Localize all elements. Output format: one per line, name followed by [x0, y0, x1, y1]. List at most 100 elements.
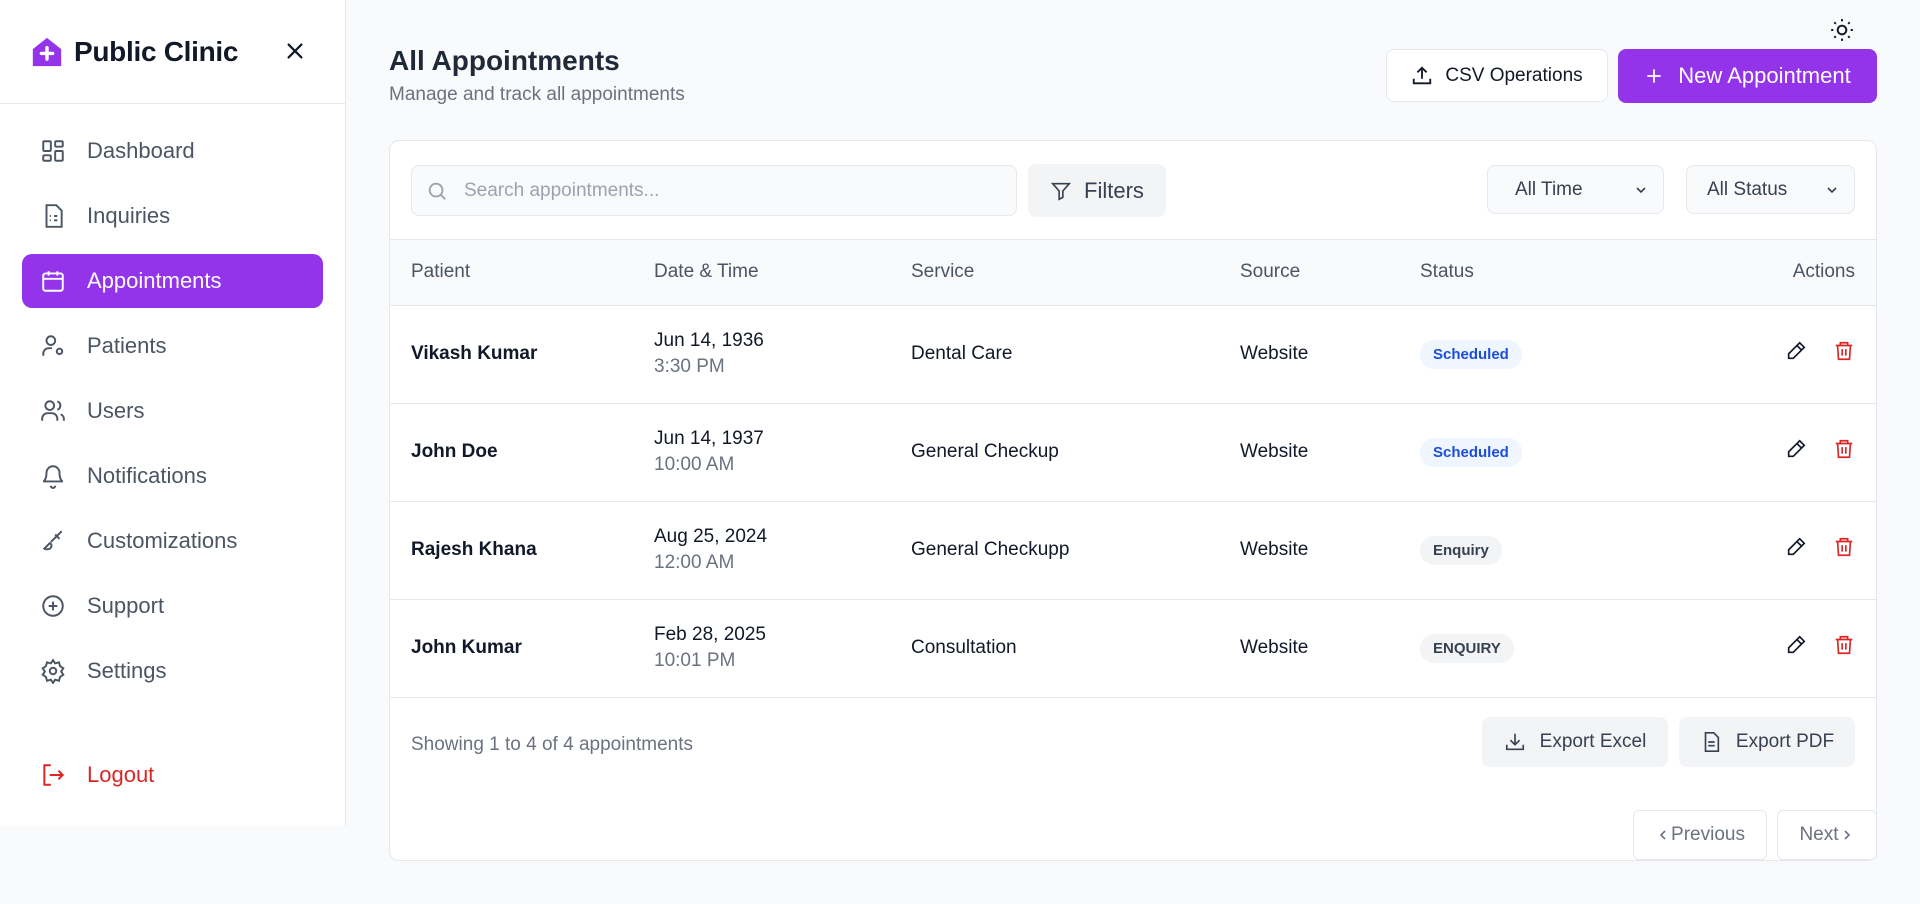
sidebar-item-patients[interactable]: Patients: [22, 319, 323, 373]
calendar-icon: [39, 267, 67, 295]
table-footer: Showing 1 to 4 of 4 appointments Export …: [390, 698, 1876, 788]
sidebar-item-label: Patients: [87, 333, 167, 358]
appointment-time: 12:00 AM: [654, 552, 735, 573]
sidebar-item-support[interactable]: Support: [22, 579, 323, 633]
date-time-cell: Aug 25, 2024 12:00 AM: [654, 501, 911, 599]
column-header-status[interactable]: Status: [1420, 240, 1680, 306]
status-cell: Scheduled: [1420, 403, 1680, 501]
new-appointment-button[interactable]: New Appointment: [1618, 49, 1877, 103]
status-cell: Enquiry: [1420, 501, 1680, 599]
edit-pencil-icon[interactable]: [1785, 536, 1807, 558]
next-label: Next: [1799, 824, 1839, 845]
service-cell: Consultation: [911, 637, 1017, 658]
download-icon: [1504, 731, 1526, 753]
previous-label: Previous: [1671, 824, 1745, 845]
logout-button[interactable]: Logout: [22, 748, 323, 802]
service-cell: General Checkupp: [911, 539, 1070, 560]
edit-pencil-icon[interactable]: [1785, 438, 1807, 460]
appointment-date: Jun 14, 1936: [654, 330, 764, 351]
sidebar-item-label: Notifications: [87, 463, 207, 488]
appointments-card: Filters All Time All Status Patient Date…: [389, 140, 1877, 861]
source-cell: Website: [1240, 343, 1309, 364]
search-box: [411, 165, 1017, 216]
close-sidebar-icon[interactable]: [280, 36, 310, 66]
delete-trash-icon[interactable]: [1833, 340, 1855, 362]
table-row[interactable]: Vikash Kumar Jun 14, 1936 3:30 PM Dental…: [390, 305, 1876, 403]
sidebar-item-settings[interactable]: Settings: [22, 644, 323, 698]
table-row[interactable]: John Doe Jun 14, 1937 10:00 AM General C…: [390, 403, 1876, 501]
file-text-icon: [1700, 731, 1722, 753]
table-header-row: Patient Date & Time Service Source Statu…: [390, 240, 1876, 306]
sidebar-nav: Dashboard Inquiries Appointments Patient…: [0, 104, 345, 802]
table-row[interactable]: Rajesh Khana Aug 25, 2024 12:00 AM Gener…: [390, 501, 1876, 599]
column-header-service[interactable]: Service: [911, 240, 1240, 306]
chevron-down-icon: [1824, 182, 1840, 198]
sidebar-item-label: Inquiries: [87, 203, 171, 228]
filter-icon: [1050, 180, 1072, 202]
appointment-time: 10:00 AM: [654, 454, 735, 475]
sidebar-item-label: Dashboard: [87, 138, 195, 163]
sidebar-item-customizations[interactable]: Customizations: [22, 514, 323, 568]
bell-icon: [39, 462, 67, 490]
column-header-date-time[interactable]: Date & Time: [654, 240, 911, 306]
source-cell: Website: [1240, 441, 1309, 462]
sidebar-item-label: Appointments: [87, 268, 222, 293]
csv-operations-button[interactable]: CSV Operations: [1386, 49, 1608, 102]
appointment-date: Feb 28, 2025: [654, 624, 766, 645]
status-cell: ENQUIRY: [1420, 599, 1680, 697]
column-header-patient[interactable]: Patient: [390, 240, 654, 306]
theme-toggle-sun-icon[interactable]: [1826, 14, 1858, 46]
logout-label: Logout: [87, 762, 155, 787]
appointments-table: Patient Date & Time Service Source Statu…: [390, 240, 1876, 698]
source-cell: Website: [1240, 637, 1309, 658]
status-filter-select[interactable]: All Status: [1686, 165, 1855, 214]
delete-trash-icon[interactable]: [1833, 438, 1855, 460]
next-page-button[interactable]: Next: [1777, 810, 1877, 860]
user-gear-icon: [39, 332, 67, 360]
search-input[interactable]: [464, 179, 984, 202]
sidebar-item-label: Users: [87, 398, 145, 423]
delete-trash-icon[interactable]: [1833, 634, 1855, 656]
sidebar-item-users[interactable]: Users: [22, 384, 323, 438]
export-pdf-label: Export PDF: [1735, 730, 1835, 752]
page-subtitle: Manage and track all appointments: [389, 84, 685, 105]
date-time-cell: Jun 14, 1936 3:30 PM: [654, 305, 911, 403]
export-pdf-button[interactable]: Export PDF: [1679, 716, 1855, 767]
status-badge: Scheduled: [1420, 339, 1522, 369]
edit-pencil-icon[interactable]: [1785, 340, 1807, 362]
status-badge: Scheduled: [1420, 437, 1522, 467]
table-row[interactable]: John Kumar Feb 28, 2025 10:01 PM Consult…: [390, 599, 1876, 697]
time-filter-select[interactable]: All Time: [1487, 165, 1664, 214]
csv-operations-label: CSV Operations: [1445, 64, 1583, 86]
time-filter-value: All Time: [1515, 178, 1583, 200]
sidebar-item-dashboard[interactable]: Dashboard: [22, 124, 323, 178]
column-header-actions: Actions: [1680, 240, 1876, 306]
sidebar-item-appointments[interactable]: Appointments: [22, 254, 323, 308]
service-cell: General Checkup: [911, 441, 1059, 462]
sidebar-item-notifications[interactable]: Notifications: [22, 449, 323, 503]
table-toolbar: Filters All Time All Status: [390, 141, 1876, 240]
edit-pencil-icon[interactable]: [1785, 634, 1807, 656]
status-badge: ENQUIRY: [1420, 633, 1514, 663]
dashboard-icon: [39, 137, 67, 165]
date-time-cell: Jun 14, 1937 10:00 AM: [654, 403, 911, 501]
patient-name: Vikash Kumar: [411, 343, 538, 364]
gear-icon: [39, 657, 67, 685]
appointment-time: 3:30 PM: [654, 356, 725, 377]
actions-cell: [1680, 501, 1876, 599]
plus-circle-icon: [39, 592, 67, 620]
status-cell: Scheduled: [1420, 305, 1680, 403]
delete-trash-icon[interactable]: [1833, 536, 1855, 558]
sidebar: Public Clinic Dashboard Inquiries Appoin…: [0, 0, 346, 826]
actions-cell: [1680, 599, 1876, 697]
filters-button[interactable]: Filters: [1028, 164, 1166, 217]
column-header-source[interactable]: Source: [1240, 240, 1420, 306]
export-excel-button[interactable]: Export Excel: [1482, 716, 1668, 767]
previous-page-button[interactable]: Previous: [1633, 810, 1767, 860]
sidebar-item-label: Settings: [87, 658, 167, 683]
sidebar-item-inquiries[interactable]: Inquiries: [22, 189, 323, 243]
chevron-right-icon: [1839, 827, 1855, 843]
sidebar-item-label: Customizations: [87, 528, 238, 553]
logout-icon: [39, 761, 67, 789]
plus-icon: [1644, 66, 1664, 86]
